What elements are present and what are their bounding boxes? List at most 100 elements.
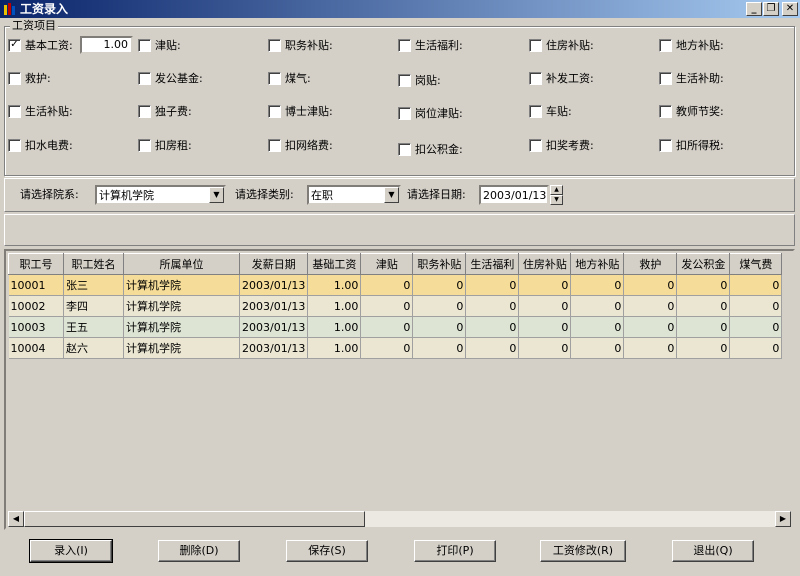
- table-cell[interactable]: 1.00: [307, 316, 362, 338]
- table-cell[interactable]: 0: [676, 295, 731, 317]
- table-row[interactable]: 10004 赵六 计算机学院 2003/01/13 1.00 0 0 0 0 0 0 0 0: [8, 337, 783, 359]
- table-cell[interactable]: 0: [412, 295, 467, 317]
- delete-button[interactable]: 删除(D): [158, 540, 240, 562]
- checkbox-box[interactable]: [398, 38, 411, 52]
- checkbox-box[interactable]: [398, 73, 411, 87]
- salary-item-checkbox[interactable]: 扣所得税:: [659, 137, 724, 153]
- salary-item-checkbox[interactable]: 津贴:: [138, 37, 181, 53]
- checkbox-box[interactable]: [268, 71, 281, 85]
- column-header[interactable]: 发薪日期: [238, 253, 309, 275]
- table-cell[interactable]: 计算机学院: [123, 295, 240, 317]
- column-header[interactable]: 所属单位: [123, 253, 240, 275]
- scroll-thumb[interactable]: [24, 511, 365, 527]
- salary-item-checkbox[interactable]: 住房补贴:: [529, 37, 594, 53]
- table-cell[interactable]: 0: [729, 316, 783, 338]
- salary-item-checkbox[interactable]: 生活补贴:: [8, 103, 73, 119]
- table-cell[interactable]: 10002: [8, 295, 64, 317]
- table-cell[interactable]: 0: [570, 295, 625, 317]
- table-cell[interactable]: 计算机学院: [123, 274, 240, 296]
- type-select[interactable]: 在职 ▼: [307, 185, 401, 205]
- scroll-right-icon[interactable]: ▶: [775, 511, 791, 527]
- table-cell[interactable]: 李四: [63, 295, 124, 317]
- table-cell[interactable]: 0: [412, 274, 467, 296]
- date-spinner[interactable]: ▲ ▼: [550, 185, 563, 205]
- table-cell[interactable]: 0: [360, 274, 414, 296]
- table-cell[interactable]: 0: [570, 316, 625, 338]
- column-header[interactable]: 生活福利: [465, 253, 520, 275]
- table-cell[interactable]: 2003/01/13: [239, 274, 309, 296]
- checkbox-box[interactable]: [268, 104, 281, 118]
- table-cell[interactable]: 0: [360, 337, 414, 359]
- checkbox-box[interactable]: [138, 104, 151, 118]
- table-cell[interactable]: 1.00: [307, 337, 362, 359]
- checkbox-box[interactable]: [8, 71, 21, 85]
- table-cell[interactable]: 0: [465, 295, 520, 317]
- table-cell[interactable]: 0: [623, 274, 678, 296]
- table-cell[interactable]: 10003: [8, 316, 64, 338]
- table-cell[interactable]: 0: [518, 274, 572, 296]
- table-cell[interactable]: 2003/01/13: [239, 337, 309, 359]
- checkbox-box[interactable]: [529, 138, 542, 152]
- restore-button[interactable]: ❐: [763, 2, 779, 16]
- spin-down-icon[interactable]: ▼: [550, 195, 563, 205]
- column-header[interactable]: 煤气费: [729, 253, 783, 275]
- checkmark-icon[interactable]: ✓: [8, 38, 21, 52]
- table-cell[interactable]: 0: [729, 337, 783, 359]
- salary-item-checkbox[interactable]: 岗位津贴:: [398, 105, 463, 121]
- salary-item-checkbox[interactable]: 博士津贴:: [268, 103, 333, 119]
- checkbox-box[interactable]: [138, 138, 151, 152]
- checkbox-box[interactable]: [268, 138, 281, 152]
- table-cell[interactable]: 0: [729, 274, 783, 296]
- salary-item-checkbox[interactable]: ✓ 基本工资:: [8, 37, 73, 53]
- checkbox-box[interactable]: [8, 138, 21, 152]
- save-button[interactable]: 保存(S): [286, 540, 368, 562]
- table-cell[interactable]: 1.00: [307, 274, 362, 296]
- salary-item-checkbox[interactable]: 扣公积金:: [398, 141, 463, 157]
- minimize-button[interactable]: _: [746, 2, 762, 16]
- column-header[interactable]: 发公积金: [676, 253, 731, 275]
- checkbox-box[interactable]: [659, 104, 672, 118]
- table-cell[interactable]: 计算机学院: [123, 316, 240, 338]
- table-cell[interactable]: 2003/01/13: [239, 316, 309, 338]
- table-cell[interactable]: 0: [729, 295, 783, 317]
- table-row[interactable]: 10003 王五 计算机学院 2003/01/13 1.00 0 0 0 0 0 0 0 0: [8, 316, 783, 338]
- chevron-down-icon[interactable]: ▼: [384, 187, 399, 203]
- salary-item-checkbox[interactable]: 发公基金:: [138, 70, 203, 86]
- base-salary-input[interactable]: 1.00: [80, 36, 133, 54]
- salary-item-checkbox[interactable]: 教师节奖:: [659, 103, 724, 119]
- exit-button[interactable]: 退出(Q): [672, 540, 754, 562]
- table-cell[interactable]: 张三: [63, 274, 124, 296]
- table-cell[interactable]: 0: [360, 295, 414, 317]
- table-cell[interactable]: 0: [518, 337, 572, 359]
- salary-item-checkbox[interactable]: 岗贴:: [398, 72, 441, 88]
- print-button[interactable]: 打印(P): [414, 540, 496, 562]
- horizontal-scrollbar[interactable]: ◀ ▶: [8, 511, 791, 527]
- scroll-left-icon[interactable]: ◀: [8, 511, 24, 527]
- checkbox-box[interactable]: [659, 38, 672, 52]
- salary-item-checkbox[interactable]: 扣房租:: [138, 137, 192, 153]
- table-cell[interactable]: 0: [412, 316, 467, 338]
- table-cell[interactable]: 0: [570, 337, 625, 359]
- table-row[interactable]: 10001 张三 计算机学院 2003/01/13 1.00 0 0 0 0 0 0 0 0: [8, 274, 783, 296]
- checkbox-box[interactable]: [529, 104, 542, 118]
- table-cell[interactable]: 计算机学院: [123, 337, 240, 359]
- table-cell[interactable]: 0: [623, 316, 678, 338]
- salary-grid[interactable]: 职工号 职工姓名 所属单位 发薪日期 基础工资 津贴 职务补贴 生活福利 住房补贴 地方补贴 救护发…: [4, 249, 795, 530]
- table-cell[interactable]: 0: [465, 337, 520, 359]
- column-header[interactable]: 津贴: [360, 253, 414, 275]
- table-cell[interactable]: 0: [412, 337, 467, 359]
- table-cell[interactable]: 0: [518, 316, 572, 338]
- salary-item-checkbox[interactable]: 扣网络费:: [268, 137, 333, 153]
- checkbox-box[interactable]: [268, 38, 281, 52]
- table-cell[interactable]: 0: [676, 316, 731, 338]
- salary-item-checkbox[interactable]: 生活福利:: [398, 37, 463, 53]
- table-cell[interactable]: 0: [465, 316, 520, 338]
- table-cell[interactable]: 赵六: [63, 337, 124, 359]
- spin-up-icon[interactable]: ▲: [550, 185, 563, 195]
- table-cell[interactable]: 10004: [8, 337, 64, 359]
- date-input[interactable]: 2003/01/13: [479, 185, 549, 205]
- chevron-down-icon[interactable]: ▼: [209, 187, 224, 203]
- table-cell[interactable]: 0: [676, 274, 731, 296]
- column-header[interactable]: 职务补贴: [412, 253, 467, 275]
- table-cell[interactable]: 2003/01/13: [239, 295, 309, 317]
